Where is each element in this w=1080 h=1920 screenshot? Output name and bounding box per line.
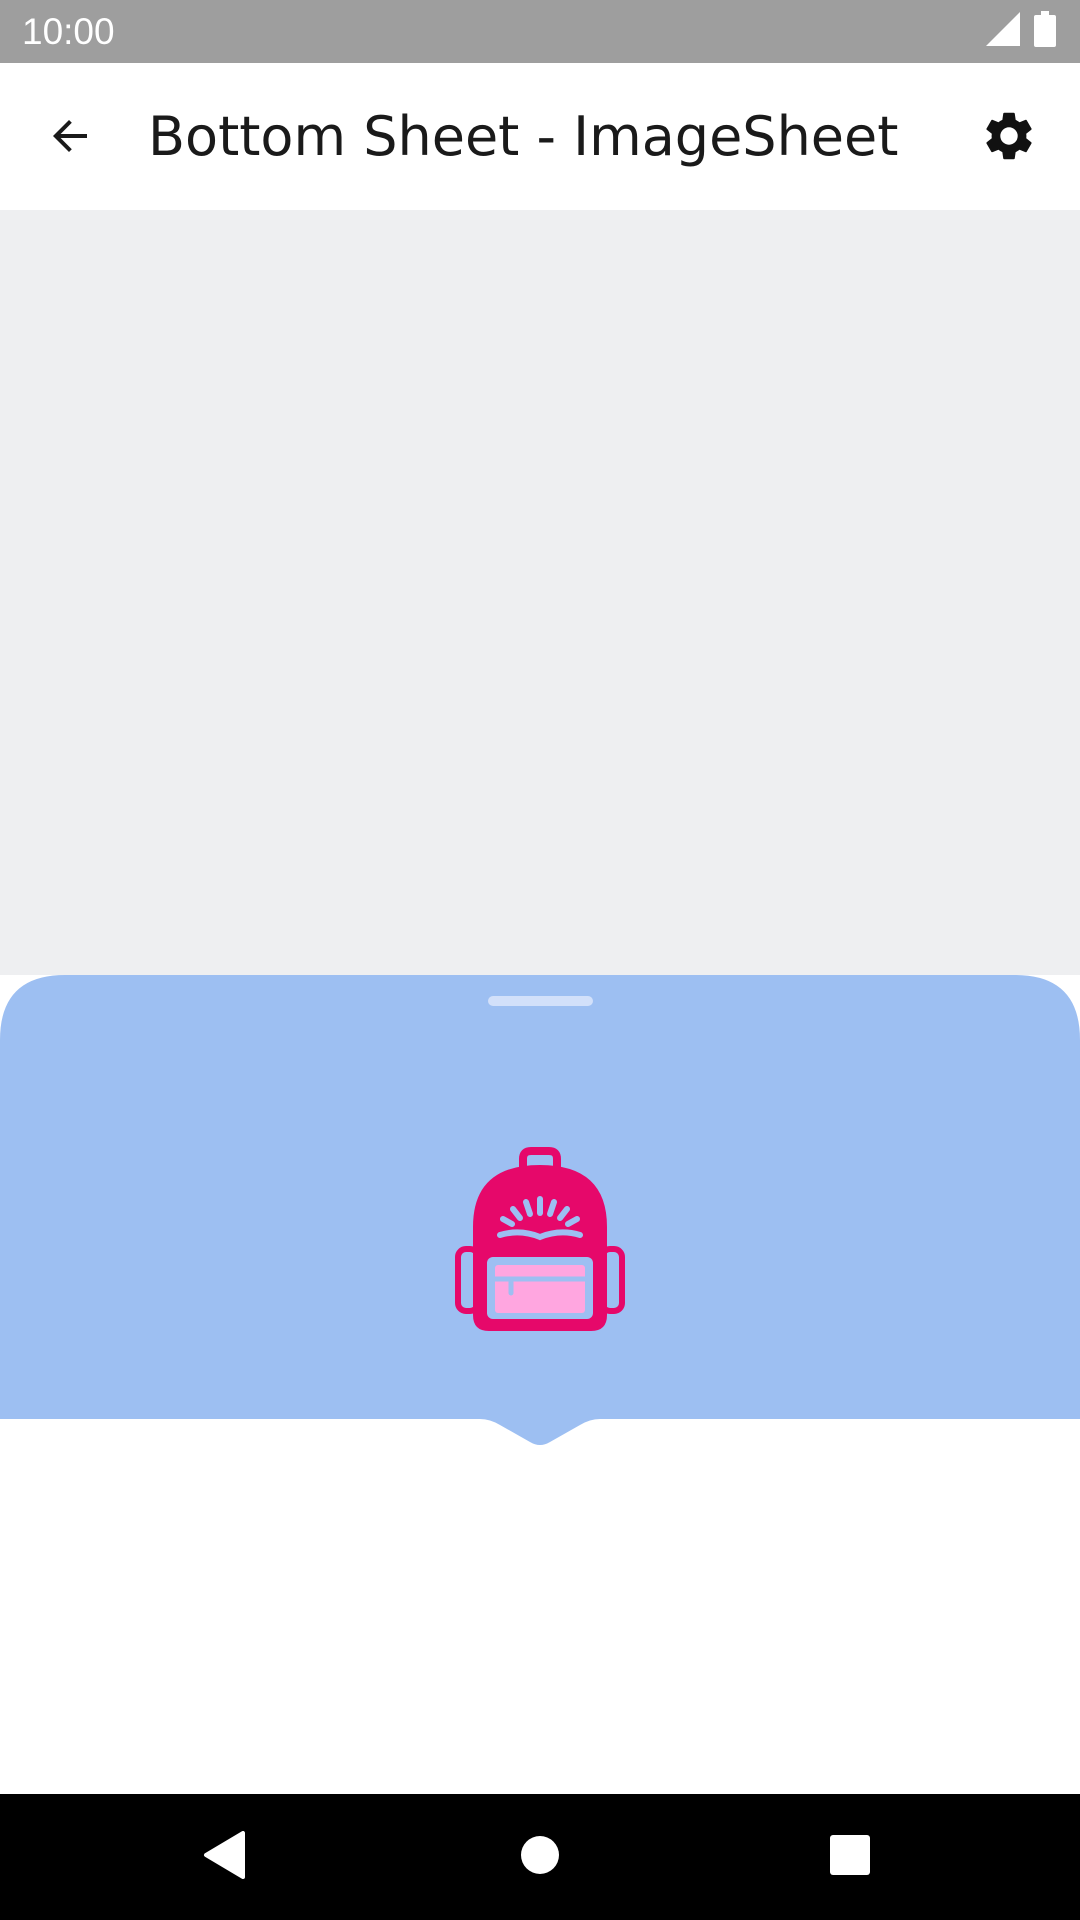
status-bar: 10:00: [0, 0, 1080, 63]
bottom-sheet-background: [0, 975, 1080, 1794]
nav-recents-button[interactable]: [817, 1824, 883, 1890]
app-bar: Bottom Sheet - ImageSheet: [0, 63, 1080, 210]
arrow-back-icon: [47, 112, 95, 164]
screen: 10:00 Bottom Sheet - ImageSheet: [0, 0, 1080, 1920]
nav-bar: [0, 1794, 1080, 1920]
nav-back-icon: [203, 1831, 247, 1883]
nav-home-icon: [520, 1835, 560, 1879]
back-button[interactable]: [36, 103, 106, 173]
battery-icon: [1034, 11, 1056, 51]
nav-recents-icon: [829, 1834, 871, 1880]
status-icons: [986, 11, 1056, 51]
cell-signal-icon: [986, 12, 1020, 50]
backpack-icon: [455, 1147, 625, 1331]
nav-home-button[interactable]: [507, 1824, 573, 1890]
nav-back-button[interactable]: [192, 1824, 258, 1890]
gear-icon: [980, 107, 1038, 169]
page-title: Bottom Sheet - ImageSheet: [148, 105, 899, 168]
status-time: 10:00: [22, 11, 115, 52]
bottom-sheet[interactable]: [0, 975, 1080, 1794]
drag-handle[interactable]: [488, 996, 593, 1006]
settings-button[interactable]: [974, 103, 1044, 173]
